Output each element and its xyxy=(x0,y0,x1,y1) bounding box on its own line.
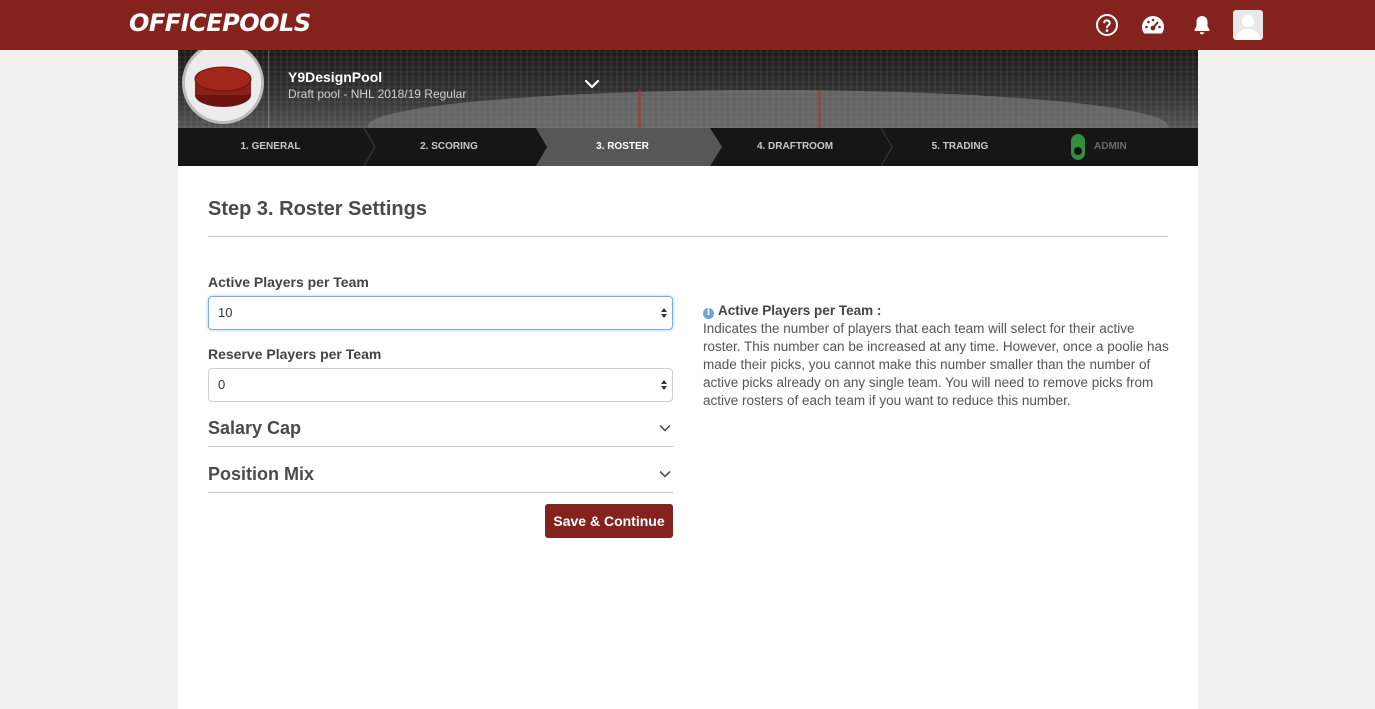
chevron-down-icon[interactable] xyxy=(582,76,602,92)
tab-draftroom[interactable]: 4. DRAFTROOM xyxy=(710,128,880,166)
step-navigation: 1. GENERAL 2. SCORING 3. ROSTER 4. DRAFT… xyxy=(178,128,1198,166)
active-players-value: 10 xyxy=(218,305,233,320)
save-continue-button[interactable]: Save & Continue xyxy=(545,504,673,538)
pool-subtitle: Draft pool - NHL 2018/19 Regular xyxy=(288,87,467,101)
reserve-players-select[interactable]: 0 xyxy=(208,368,673,402)
active-players-select[interactable]: 10 xyxy=(208,296,673,330)
tab-scoring[interactable]: 2. SCORING xyxy=(363,128,535,166)
help-icon[interactable] xyxy=(1095,13,1119,37)
main-container: Y9DesignPool Draft pool - NHL 2018/19 Re… xyxy=(178,50,1198,709)
pool-banner: Y9DesignPool Draft pool - NHL 2018/19 Re… xyxy=(178,50,1198,128)
divider xyxy=(208,236,1168,237)
bell-icon[interactable] xyxy=(1190,13,1214,37)
pool-name: Y9DesignPool xyxy=(288,69,383,85)
tab-general[interactable]: 1. GENERAL xyxy=(178,128,363,166)
reserve-players-value: 0 xyxy=(218,377,226,392)
position-mix-title: Position Mix xyxy=(208,464,315,484)
select-arrows-icon xyxy=(661,380,667,390)
chevron-down-icon xyxy=(659,424,671,432)
step-separator xyxy=(710,128,722,166)
admin-label: ADMIN xyxy=(1094,141,1127,152)
reserve-players-label: Reserve Players per Team xyxy=(208,346,382,362)
officepools-logo[interactable]: OFFICEPOOLS xyxy=(129,9,311,37)
page-title: Step 3. Roster Settings xyxy=(208,198,427,220)
top-navbar: OFFICEPOOLS xyxy=(0,0,1375,50)
salary-cap-title: Salary Cap xyxy=(208,418,302,438)
info-icon: i xyxy=(703,308,714,319)
step-separator xyxy=(363,128,376,166)
help-panel: i Active Players per Team : Indicates the… xyxy=(703,302,1173,410)
salary-cap-section[interactable]: Salary Cap xyxy=(208,411,673,447)
step-separator xyxy=(535,128,547,166)
tab-trading[interactable]: 5. TRADING xyxy=(880,128,1040,166)
position-mix-section[interactable]: Position Mix xyxy=(208,457,673,493)
active-players-label: Active Players per Team xyxy=(208,274,369,290)
help-title: Active Players per Team : xyxy=(718,303,882,318)
rink-line xyxy=(638,90,641,128)
select-arrows-icon xyxy=(661,308,667,318)
tab-roster[interactable]: 3. ROSTER xyxy=(535,128,710,166)
admin-toggle[interactable] xyxy=(1071,134,1085,160)
step-separator xyxy=(880,128,893,166)
rink-line xyxy=(818,90,821,128)
avatar[interactable] xyxy=(1233,10,1263,40)
banner-divider xyxy=(268,50,269,128)
dashboard-icon[interactable] xyxy=(1140,13,1166,37)
help-text: Indicates the number of players that eac… xyxy=(703,321,1169,408)
chevron-down-icon xyxy=(659,470,671,478)
